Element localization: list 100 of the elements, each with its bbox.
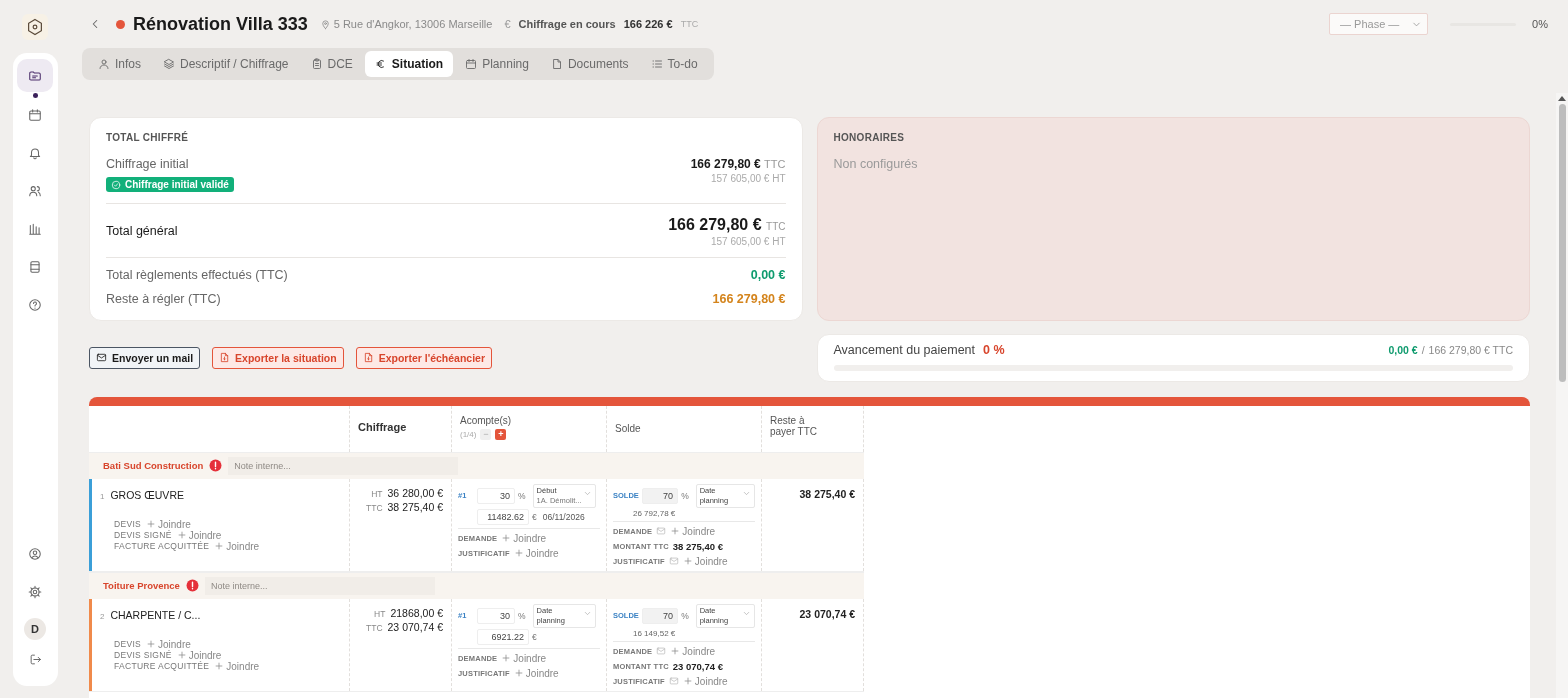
percent-field[interactable]: 30: [477, 487, 515, 504]
tab[interactable]: DCE: [300, 51, 363, 77]
ttc-amount: 166 279,80 € TTC: [690, 157, 786, 171]
attach-button[interactable]: Joindre: [501, 652, 547, 664]
row-label: Reste à régler (TTC): [106, 291, 221, 306]
attach-button[interactable]: Joindre: [146, 638, 191, 650]
ttc-amount: 23 070,74 €: [387, 620, 443, 633]
check-circle-icon: [111, 179, 121, 190]
list-icon: [650, 58, 663, 70]
progress-label: Avancement du paiement: [833, 342, 976, 357]
euro-icon: [374, 58, 387, 70]
ht-amount: 157 605,00 € HT: [710, 235, 786, 247]
user-circle-icon: [28, 547, 42, 561]
deposit-count: (1/4): [460, 429, 477, 439]
users-icon: [28, 184, 42, 198]
attach-button[interactable]: Joindre: [214, 660, 260, 672]
attach-button[interactable]: Joindre: [513, 667, 559, 679]
attach-button[interactable]: Joindre: [176, 649, 222, 661]
logo-icon[interactable]: [22, 14, 48, 40]
remaining-amount: 23 070,74 €: [799, 607, 855, 620]
file-download-icon: [362, 352, 374, 363]
attach-button[interactable]: Joindre: [176, 529, 222, 541]
balance-amount: 26 792,78 €: [632, 508, 677, 518]
file-icon: [550, 58, 563, 70]
paid-amount: 0,00 €: [1388, 343, 1418, 356]
percent-field[interactable]: 30: [477, 607, 515, 624]
amount-unit: TTC: [680, 19, 699, 29]
percent-field[interactable]: 70: [642, 487, 679, 504]
attach-button[interactable]: Joindre: [682, 675, 728, 687]
total-amount: 166 279,80 € TTC: [1428, 343, 1513, 356]
document-label: FACTURE ACQUITTÉE: [114, 661, 210, 671]
remove-deposit-button[interactable]: −: [480, 428, 492, 440]
attach-button[interactable]: Joindre: [682, 555, 728, 567]
lot-number: 1: [100, 491, 105, 501]
percent-unit: %: [518, 610, 526, 621]
attach-button[interactable]: Joindre: [501, 532, 547, 544]
document-label: DEVIS SIGNÉ: [114, 530, 172, 540]
tab[interactable]: Documents: [540, 51, 639, 77]
card-title: TOTAL CHIFFRÉ: [106, 132, 190, 143]
remaining-amount: 38 275,40 €: [799, 487, 855, 500]
user-avatar[interactable]: D: [24, 618, 46, 640]
paid-amount: 0,00 €: [750, 267, 786, 282]
bar-chart-icon: [28, 222, 42, 236]
column-header: Reste à payer TTC: [770, 414, 819, 437]
deposit-date: 06/11/2026: [542, 511, 585, 522]
plus-icon: [670, 646, 681, 656]
document-label: DEVIS: [114, 519, 141, 529]
help-icon: [28, 298, 42, 312]
tab[interactable]: Descriptif / Chiffrage: [153, 51, 299, 77]
attach-button[interactable]: Joindre: [670, 645, 716, 657]
currency-unit: €: [532, 511, 537, 522]
alert-icon: [185, 579, 199, 592]
plus-icon: [682, 676, 693, 686]
export-button[interactable]: Exporter la situation: [212, 346, 344, 369]
attach-button[interactable]: Joindre: [146, 518, 191, 530]
amount-field[interactable]: 6921.22: [477, 628, 529, 645]
document-label: FACTURE ACQUITTÉE: [114, 541, 210, 551]
note-field[interactable]: Note interne...: [204, 576, 435, 595]
company-name: Bati Sud Construction: [103, 460, 204, 471]
progress-percent: 0 %: [983, 342, 1005, 357]
tab[interactable]: Infos: [88, 51, 151, 77]
plus-icon: [682, 556, 693, 566]
plus-icon: [176, 530, 187, 540]
company-name: Toiture Provence: [103, 580, 180, 591]
file-download-icon: [219, 352, 231, 363]
amount-field[interactable]: 11482.62: [477, 508, 529, 525]
clipboard-icon: [310, 58, 323, 70]
tab[interactable]: To-do: [640, 51, 708, 77]
user-icon: [98, 58, 110, 70]
row-label: Chiffrage initial: [106, 157, 190, 171]
percent-unit: %: [518, 490, 526, 501]
phase-select[interactable]: — Phase —: [1329, 13, 1428, 35]
percent-unit: %: [681, 490, 689, 501]
fees-status: Non configurés: [833, 157, 919, 171]
sidebar-nav-button[interactable]: [17, 59, 53, 93]
plus-icon: [501, 533, 512, 543]
add-deposit-button[interactable]: +: [495, 428, 507, 440]
ttc-label: TTC: [366, 502, 383, 513]
attach-button[interactable]: Joindre: [670, 525, 716, 537]
attach-button[interactable]: Joindre: [214, 540, 260, 552]
row-label: Total règlements effectués (TTC): [106, 267, 288, 282]
total-amount: 38 275,40 €: [672, 540, 723, 552]
lot-name: CHARPENTE / C...: [110, 608, 201, 621]
archive-icon: [28, 260, 42, 274]
ht-amount: 157 605,00 € HT: [710, 173, 786, 184]
tab[interactable]: Planning: [455, 51, 539, 77]
scrollbar[interactable]: [1556, 93, 1568, 698]
note-field[interactable]: Note interne...: [228, 456, 459, 475]
export-button[interactable]: Exporter l'échéancier: [355, 346, 493, 369]
plus-icon: [146, 519, 156, 529]
tab[interactable]: Situation: [364, 51, 454, 77]
calendar-icon: [465, 58, 478, 70]
percent-field[interactable]: 70: [642, 607, 679, 624]
attach-button[interactable]: Joindre: [513, 547, 559, 559]
plus-icon: [513, 668, 524, 678]
status-amount: 166 226 €: [623, 18, 673, 30]
mail-icon: [96, 352, 107, 363]
remaining-amount: 166 279,80 €: [712, 291, 786, 306]
send-mail-button[interactable]: Envoyer un mail: [89, 346, 201, 369]
percent-unit: %: [681, 610, 689, 621]
